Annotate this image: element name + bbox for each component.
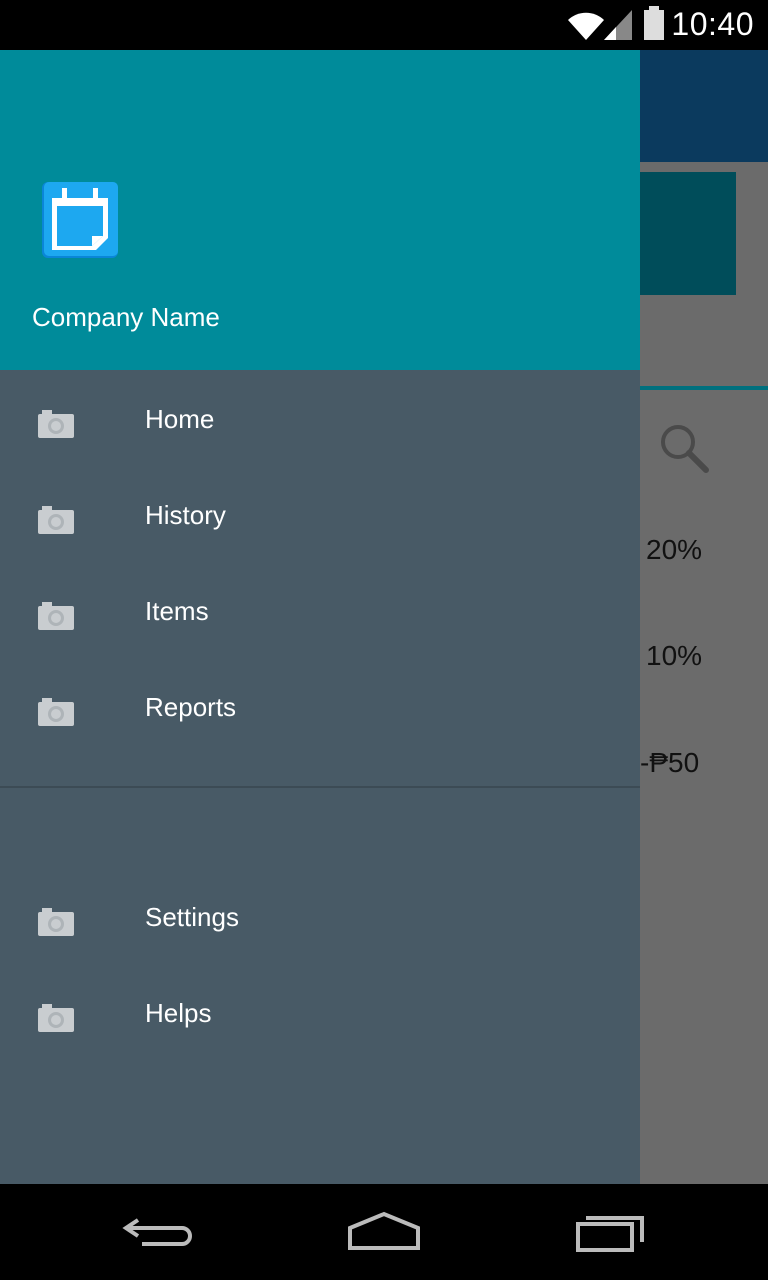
menu-item-settings[interactable]: Settings xyxy=(0,884,640,980)
menu-item-history[interactable]: History xyxy=(0,482,640,578)
camera-icon xyxy=(36,600,76,632)
calendar-note-icon xyxy=(40,180,120,260)
camera-icon xyxy=(36,906,76,938)
recents-icon[interactable] xyxy=(572,1204,648,1258)
camera-icon xyxy=(36,408,76,440)
status-bar: 10:40 xyxy=(0,0,768,50)
background-value-2: 10% xyxy=(646,640,703,671)
menu-item-label: Settings xyxy=(145,902,239,932)
system-nav-bar xyxy=(0,1184,768,1280)
back-icon[interactable] xyxy=(122,1204,198,1258)
menu-item-home[interactable]: Home xyxy=(0,386,640,482)
search-icon[interactable] xyxy=(656,420,712,480)
menu-item-items[interactable]: Items xyxy=(0,578,640,674)
status-time: 10:40 xyxy=(671,6,754,42)
menu-item-helps[interactable]: Helps xyxy=(0,980,640,1076)
background-value-3: -₱50 xyxy=(640,747,700,778)
drawer-header: Company Name xyxy=(0,50,640,370)
menu-item-label: Home xyxy=(145,404,215,434)
drawer-divider xyxy=(0,786,640,788)
company-name: Company Name xyxy=(32,302,220,332)
background-value-1: 20% xyxy=(646,534,703,565)
menu-item-label: Helps xyxy=(145,998,212,1028)
home-icon[interactable] xyxy=(346,1204,422,1258)
battery-icon xyxy=(642,6,666,46)
navigation-drawer: Company Name Home History Items Reports … xyxy=(0,50,640,1184)
camera-icon xyxy=(36,696,76,728)
signal-icon xyxy=(604,8,634,46)
wifi-icon xyxy=(566,8,606,46)
camera-icon xyxy=(36,1002,76,1034)
menu-item-label: Items xyxy=(145,596,209,626)
background-tab-indicator xyxy=(640,386,768,390)
menu-item-reports[interactable]: Reports xyxy=(0,674,640,770)
menu-item-label: History xyxy=(145,500,226,530)
camera-icon xyxy=(36,504,76,536)
menu-item-label: Reports xyxy=(145,692,237,722)
background-card xyxy=(640,172,736,295)
